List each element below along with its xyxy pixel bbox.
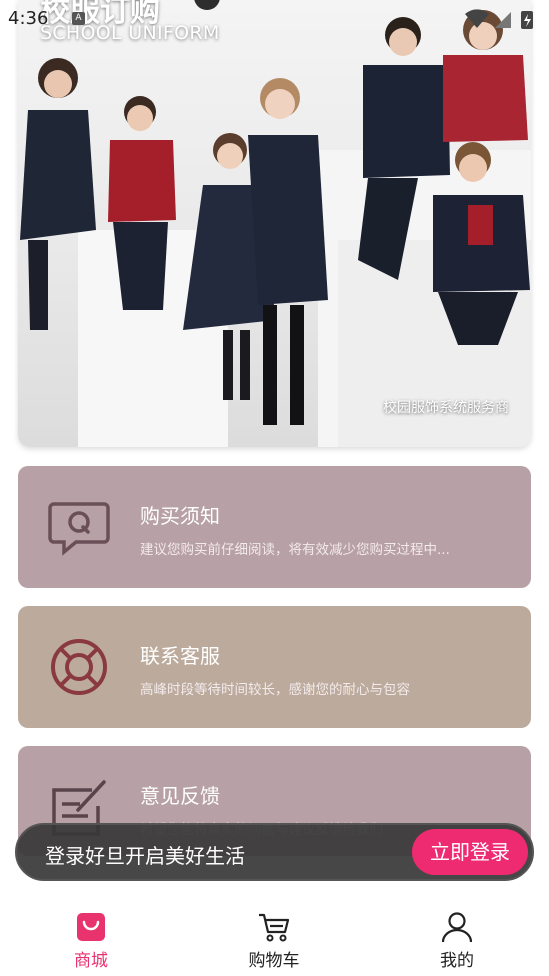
card-description: 高峰时段等待时间较长，感谢您的耐心与包容 bbox=[140, 682, 410, 698]
nav-label: 购物车 bbox=[248, 951, 300, 971]
purchase-notice-card[interactable]: 购买须知 建议您购买前仔细阅读，将有效减少您购买过程中... bbox=[18, 466, 531, 588]
uniform-photo bbox=[20, 10, 531, 447]
hero-caption: 校园服饰系统服务商 bbox=[383, 400, 509, 416]
shopping-bag-icon bbox=[77, 913, 105, 941]
status-icons bbox=[465, 9, 533, 29]
bottom-navigation: 商城 购物车 我的 bbox=[0, 896, 549, 976]
lifebuoy-icon bbox=[51, 639, 107, 695]
nav-item-mall[interactable]: 商城 bbox=[46, 910, 136, 971]
user-icon bbox=[441, 912, 473, 943]
customer-service-card[interactable]: 联系客服 高峰时段等待时间较长，感谢您的耐心与包容 bbox=[18, 606, 531, 728]
nav-label: 我的 bbox=[440, 951, 474, 971]
notification-badge-icon: A bbox=[72, 12, 85, 25]
hero-banner[interactable]: 校服订购 SCHOOL UNIFORM 校园服饰系统服务商 bbox=[18, 0, 531, 447]
nav-item-me[interactable]: 我的 bbox=[412, 910, 502, 971]
cart-icon bbox=[259, 913, 290, 942]
hero-subtitle: SCHOOL UNIFORM bbox=[40, 22, 220, 44]
login-prompt-bar: 登录好旦开启美好生活 立即登录 bbox=[15, 823, 534, 881]
card-title: 意见反馈 bbox=[140, 784, 220, 808]
signal-icon bbox=[495, 12, 511, 28]
question-chat-icon bbox=[48, 502, 110, 556]
login-button[interactable]: 立即登录 bbox=[412, 829, 528, 875]
login-prompt-text: 登录好旦开启美好生活 bbox=[45, 844, 245, 868]
nav-item-cart[interactable]: 购物车 bbox=[229, 910, 319, 971]
status-time: 4:36 bbox=[8, 8, 49, 29]
card-title: 联系客服 bbox=[140, 644, 220, 668]
wifi-icon bbox=[465, 9, 489, 28]
card-title: 购买须知 bbox=[140, 504, 220, 528]
card-description: 建议您购买前仔细阅读，将有效减少您购买过程中... bbox=[140, 542, 450, 558]
nav-label: 商城 bbox=[74, 951, 108, 971]
